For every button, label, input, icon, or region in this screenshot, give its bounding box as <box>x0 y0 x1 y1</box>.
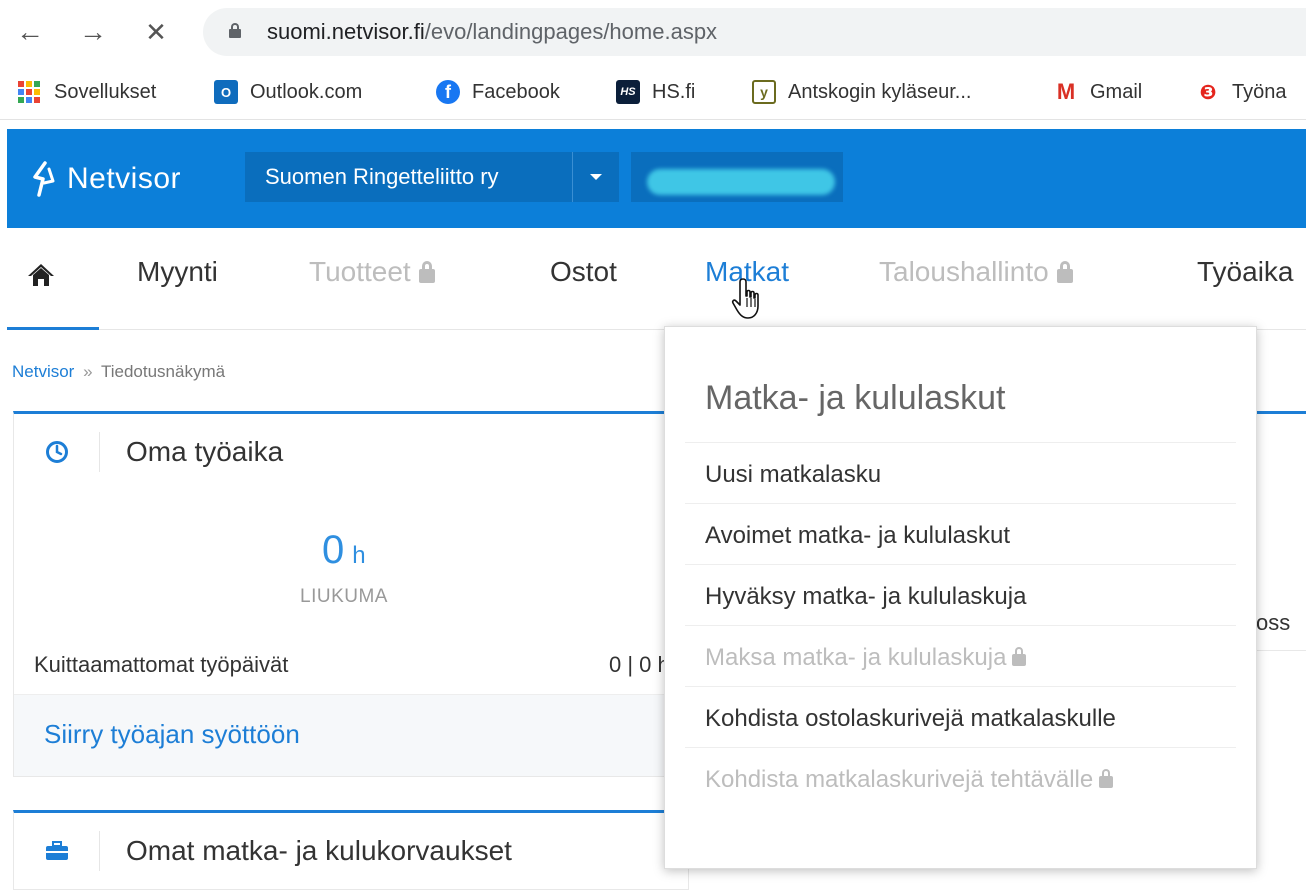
menu-item-label: Kohdista ostolaskurivejä matkalaskulle <box>705 705 1116 732</box>
tab-label: Myynti <box>137 256 218 287</box>
flex-hours-number: 0 <box>322 528 345 572</box>
menu-item-allocate-to-task[interactable]: Kohdista matkalaskurivejä tehtävälle <box>685 747 1236 808</box>
bookmark-label: Antskogin kyläseur... <box>788 80 972 103</box>
menu-item-approve-invoices[interactable]: Hyväksy matka- ja kululaskuja <box>685 564 1236 625</box>
netvisor-logo[interactable]: Netvisor <box>29 157 181 201</box>
breadcrumb-separator: » <box>83 362 93 381</box>
lock-icon <box>1056 261 1073 283</box>
menu-item-label: Kohdista matkalaskurivejä tehtävälle <box>705 766 1094 793</box>
tab-label: Taloushallinto <box>879 256 1049 287</box>
lock-icon <box>418 261 435 283</box>
gmail-icon: M <box>1054 79 1078 104</box>
bookmarks-bar: Sovellukset O Outlook.com f Facebook HS … <box>0 64 1306 120</box>
bookmark-antskog[interactable]: y Antskogin kyläseur... <box>752 78 971 106</box>
tab-label: Ostot <box>550 256 617 287</box>
browser-toolbar: ← → ✕ suomi.netvisor.fi/evo/landingpages… <box>0 0 1306 64</box>
unconfirmed-days-row: Kuittaamattomat työpäivät 0 | 0 h <box>34 652 684 678</box>
unconfirmed-days-label: Kuittaamattomat työpäivät <box>34 652 289 677</box>
flex-hours-unit: h <box>352 542 366 569</box>
chevron-down-icon <box>590 174 602 180</box>
company-name: Suomen Ringetteliitto ry <box>265 164 499 189</box>
widget-header: Oma työaika <box>14 414 688 490</box>
dropdown-section-title: Matka- ja kululaskut <box>705 379 1006 417</box>
user-menu[interactable] <box>631 152 843 202</box>
menu-item-label: Avoimet matka- ja kululaskut <box>705 522 1011 549</box>
bookmark-label: HS.fi <box>652 80 696 103</box>
main-navigation: Myynti Tuotteet Ostot Matkat Taloushalli… <box>7 228 1306 330</box>
breadcrumb: Netvisor » Tiedotusnäkymä <box>12 362 225 382</box>
menu-item-label: Uusi matkalasku <box>705 461 882 488</box>
lock-icon <box>1099 769 1114 788</box>
hand-pointer-cursor-icon <box>731 278 759 319</box>
home-tab-indicator <box>7 327 99 330</box>
breadcrumb-current: Tiedotusnäkymä <box>100 362 226 381</box>
menu-item-allocate-purchase-rows[interactable]: Kohdista ostolaskurivejä matkalaskulle <box>685 686 1236 747</box>
bookmark-sovellukset[interactable]: Sovellukset <box>18 78 156 106</box>
tab-taloushallinto[interactable]: Taloushallinto <box>879 256 1073 288</box>
expenses-widget: Omat matka- ja kulukorvaukset <box>13 810 689 890</box>
menu-item-label-wrap: Maksa matka- ja kululaskuja <box>705 644 1027 672</box>
flex-hours-value: 0h <box>322 528 366 573</box>
url-host: suomi.netvisor.fi <box>267 19 425 44</box>
breadcrumb-root-link[interactable]: Netvisor <box>12 362 74 381</box>
menu-item-label: Hyväksy matka- ja kululaskuja <box>705 583 1027 610</box>
back-arrow-icon[interactable]: ← <box>12 14 48 50</box>
company-dropdown-button[interactable] <box>572 152 619 202</box>
tab-ostot[interactable]: Ostot <box>550 256 617 288</box>
bookmark-label: Outlook.com <box>250 80 363 103</box>
redacted-username <box>647 169 835 195</box>
bookmark-label: Sovellukset <box>54 80 157 103</box>
go-to-worktime-entry-link[interactable]: Siirry työajan syöttöön <box>44 719 300 750</box>
bookmark-facebook[interactable]: f Facebook <box>436 78 560 106</box>
hs-icon: HS <box>616 80 640 104</box>
lock-icon <box>229 23 241 38</box>
app-header: Netvisor Suomen Ringetteliitto ry <box>7 129 1306 228</box>
menu-item-open-invoices[interactable]: Avoimet matka- ja kululaskut <box>685 503 1236 564</box>
company-selector[interactable]: Suomen Ringetteliitto ry <box>245 152 619 202</box>
menu-item-label-wrap: Kohdista matkalaskurivejä tehtävälle <box>705 766 1114 794</box>
home-icon[interactable] <box>27 262 55 288</box>
menu-item-label: Maksa matka- ja kululaskuja <box>705 644 1007 671</box>
facebook-icon: f <box>436 80 460 104</box>
tab-myynti[interactable]: Myynti <box>137 256 218 288</box>
briefcase-icon <box>14 831 100 871</box>
tyo-icon: ❸ <box>1196 80 1220 104</box>
url-path: /evo/landingpages/home.aspx <box>424 19 718 44</box>
tab-tyoaika[interactable]: Työaika <box>1197 256 1294 288</box>
antskog-icon: y <box>752 80 776 104</box>
right-widget-text-fragment: oss <box>1256 610 1291 635</box>
widget-footer: Siirry työajan syöttöön <box>14 694 688 776</box>
apps-grid-icon <box>18 81 40 103</box>
outlook-icon: O <box>214 80 238 104</box>
matkat-dropdown-menu: Matka- ja kululaskut Uusi matkalasku Avo… <box>664 326 1257 869</box>
unconfirmed-days-value: 0 | 0 h <box>609 652 670 677</box>
flex-hours-label: LIUKUMA <box>300 586 388 607</box>
tab-label: Työaika <box>1197 256 1294 287</box>
url-text: suomi.netvisor.fi/evo/landingpages/home.… <box>267 19 717 45</box>
widget-title: Oma työaika <box>126 436 284 467</box>
tab-label: Tuotteet <box>309 256 411 287</box>
worktime-widget: Oma työaika 0h LIUKUMA Kuittaamattomat t… <box>13 411 689 777</box>
menu-item-pay-invoices[interactable]: Maksa matka- ja kululaskuja <box>685 625 1236 686</box>
bookmark-outlook[interactable]: O Outlook.com <box>214 78 362 106</box>
bookmark-gmail[interactable]: M Gmail <box>1054 78 1142 106</box>
lock-icon <box>1012 647 1027 666</box>
logo-text: Netvisor <box>67 162 182 195</box>
bookmark-tyo[interactable]: ❸ Työna <box>1196 78 1286 106</box>
netvisor-logo-icon <box>33 161 55 197</box>
bookmark-hs[interactable]: HS HS.fi <box>616 78 695 106</box>
right-widget-partial: oss <box>1250 411 1306 651</box>
clock-icon <box>14 432 100 472</box>
bookmark-label: Facebook <box>472 80 560 103</box>
tab-tuotteet[interactable]: Tuotteet <box>309 256 435 288</box>
stop-icon[interactable]: ✕ <box>138 14 174 50</box>
widget-title: Omat matka- ja kulukorvaukset <box>126 835 512 866</box>
widget-header: Omat matka- ja kulukorvaukset <box>14 813 688 889</box>
bookmark-label: Työna <box>1232 80 1287 103</box>
address-bar[interactable]: suomi.netvisor.fi/evo/landingpages/home.… <box>203 8 1306 56</box>
menu-item-new-travel-invoice[interactable]: Uusi matkalasku <box>685 442 1236 503</box>
bookmark-label: Gmail <box>1090 80 1143 103</box>
forward-arrow-icon[interactable]: → <box>75 14 111 50</box>
